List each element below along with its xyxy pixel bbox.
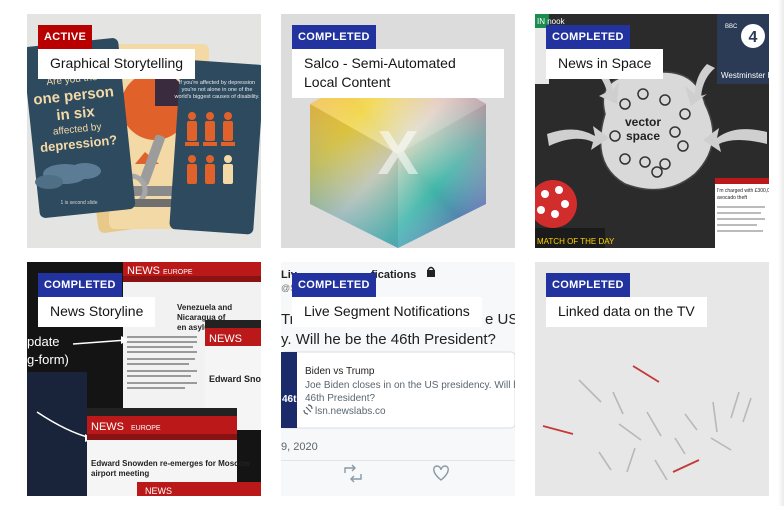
- svg-text:If you're affected by depressi: If you're affected by depression: [179, 80, 255, 86]
- project-title[interactable]: News in Space: [546, 49, 664, 79]
- projects-grid: Are you the one person in six affected b…: [27, 14, 769, 496]
- svg-text:NEWS: NEWS: [209, 333, 242, 345]
- svg-text:NEWS: NEWS: [145, 486, 172, 496]
- project-card-live-segment-notifications[interactable]: Liv fications @Sn Tr e US y. Will he be …: [281, 262, 515, 496]
- svg-text:BBC: BBC: [725, 24, 738, 30]
- project-card-news-storyline[interactable]: NEWS EUROPE Venezuela and Nicaragua of e…: [27, 262, 261, 496]
- svg-text:4: 4: [749, 29, 758, 46]
- status-badge: COMPLETED: [292, 273, 376, 297]
- svg-text:world's biggest causes of disa: world's biggest causes of disability.: [173, 94, 259, 100]
- project-title[interactable]: Live Segment Notifications: [292, 297, 482, 327]
- svg-text:46th: 46th: [282, 394, 303, 405]
- svg-text:I'm charged with £300,000: I'm charged with £300,000: [717, 188, 769, 194]
- svg-text:g-form): g-form): [27, 352, 69, 367]
- svg-text:lsn.newslabs.co: lsn.newslabs.co: [315, 406, 386, 417]
- svg-text:you're not alone in one of the: you're not alone in one of the: [182, 87, 253, 93]
- status-badge: COMPLETED: [292, 25, 376, 49]
- page-edge-shadow: [778, 0, 784, 506]
- svg-text:EUROPE: EUROPE: [131, 425, 161, 432]
- svg-text:Edward Snowden re-emerges for: Edward Snowden re-emerges for Moscow: [91, 459, 250, 468]
- svg-text:MATCH OF THE DAY: MATCH OF THE DAY: [537, 237, 615, 246]
- project-title[interactable]: Linked data on the TV: [546, 297, 707, 327]
- svg-text:pdate: pdate: [27, 334, 60, 349]
- svg-text:e US: e US: [485, 311, 515, 328]
- svg-text:Biden vs Trump: Biden vs Trump: [305, 366, 375, 377]
- svg-text:9, 2020: 9, 2020: [281, 441, 318, 453]
- svg-text:airport meeting: airport meeting: [91, 469, 149, 478]
- project-card-graphical-storytelling[interactable]: Are you the one person in six affected b…: [27, 14, 261, 248]
- svg-text:y. Will he be the 46th Preside: y. Will he be the 46th President?: [281, 331, 496, 348]
- status-badge: COMPLETED: [38, 273, 122, 297]
- status-badge: COMPLETED: [546, 273, 630, 297]
- svg-text:vector: vector: [625, 115, 661, 129]
- status-badge: ACTIVE: [38, 25, 93, 49]
- project-card-linked-data-tv[interactable]: COMPLETED Linked data on the TV: [535, 262, 769, 496]
- project-title[interactable]: Graphical Storytelling: [38, 49, 196, 79]
- svg-text:EUROPE: EUROPE: [163, 269, 193, 276]
- svg-text:avocado theft: avocado theft: [717, 195, 748, 201]
- svg-text:46th President?: 46th President?: [305, 393, 375, 404]
- svg-text:1 is second slide: 1 is second slide: [61, 200, 98, 206]
- status-badge: COMPLETED: [546, 25, 630, 49]
- project-title[interactable]: Salco - Semi-Automated Local Content: [292, 49, 504, 98]
- svg-text:Joe Biden closes in on the US: Joe Biden closes in on the US presidency…: [305, 380, 515, 391]
- svg-text:NEWS: NEWS: [91, 421, 124, 433]
- salco-x-glyph: X: [377, 119, 418, 188]
- project-card-salco[interactable]: X COMPLETED Salco - Semi-Automated Local…: [281, 14, 515, 248]
- svg-text:Venezuela and: Venezuela and: [177, 303, 232, 312]
- svg-text:NEWS: NEWS: [127, 265, 160, 277]
- svg-text:Edward Snowd: Edward Snowd: [209, 374, 261, 384]
- svg-text:Westminster Ho: Westminster Ho: [721, 71, 769, 80]
- project-card-news-in-space[interactable]: IN nook 4 BBC Westminster Ho vector spac…: [535, 14, 769, 248]
- svg-text:fications: fications: [371, 269, 416, 281]
- lock-icon: [427, 270, 435, 277]
- project-title[interactable]: News Storyline: [38, 297, 156, 327]
- svg-text:space: space: [626, 129, 660, 143]
